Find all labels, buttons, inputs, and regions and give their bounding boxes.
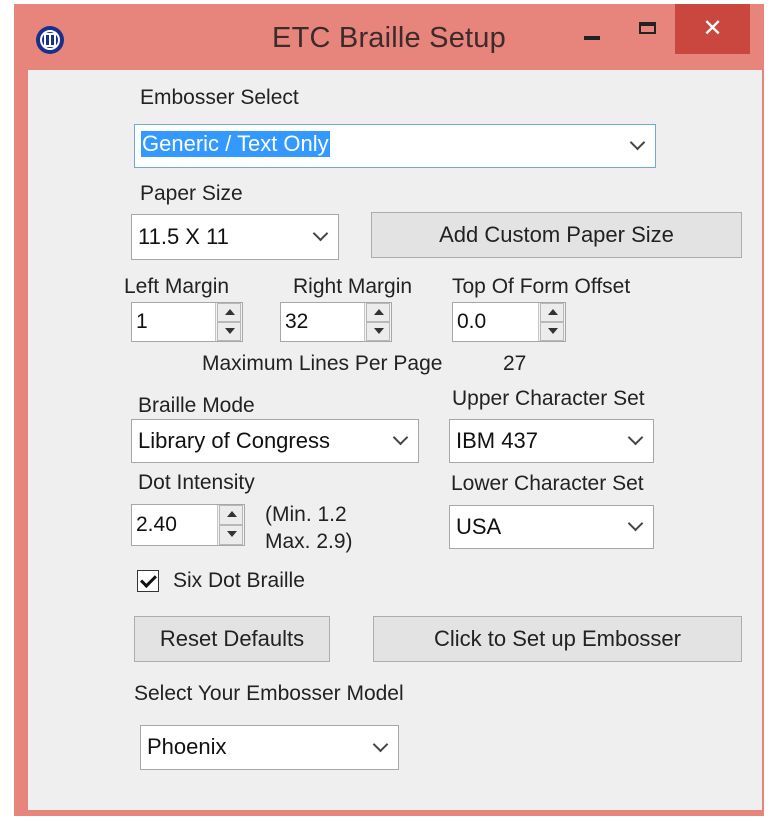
add-custom-paper-size-button[interactable]: Add Custom Paper Size bbox=[371, 212, 742, 258]
chevron-down-icon bbox=[312, 225, 329, 242]
lower-character-set-value: USA bbox=[456, 514, 502, 539]
paper-size-label: Paper Size bbox=[140, 182, 243, 205]
chevron-down-icon bbox=[372, 736, 389, 752]
spinner-down-icon[interactable] bbox=[219, 525, 243, 545]
maximum-lines-value: 27 bbox=[503, 352, 527, 375]
left-margin-spinner[interactable]: 1 bbox=[131, 302, 243, 342]
paper-size-dropdown[interactable]: 11.5 X 11 bbox=[131, 214, 339, 260]
right-margin-label: Right Margin bbox=[293, 275, 413, 298]
dot-intensity-min-note: (Min. 1.2 bbox=[265, 503, 347, 526]
top-of-form-offset-label: Top Of Form Offset bbox=[452, 275, 631, 298]
upper-character-set-dropdown[interactable]: IBM 437 bbox=[449, 419, 654, 463]
upper-character-set-value: IBM 437 bbox=[456, 428, 538, 453]
set-up-embosser-button[interactable]: Click to Set up Embosser bbox=[373, 616, 742, 662]
spinner-down-icon[interactable] bbox=[540, 322, 564, 341]
spinner-down-icon[interactable] bbox=[366, 322, 390, 341]
close-icon[interactable]: ✕ bbox=[675, 4, 750, 54]
six-dot-braille-checkbox[interactable] bbox=[137, 570, 159, 592]
chevron-down-icon bbox=[392, 429, 409, 446]
title-bar[interactable]: ETC Braille Setup ✕ bbox=[14, 4, 764, 74]
spinner-up-icon[interactable] bbox=[366, 303, 390, 322]
reset-defaults-button[interactable]: Reset Defaults bbox=[134, 616, 330, 662]
spinner-up-icon[interactable] bbox=[219, 505, 243, 525]
maximum-lines-label: Maximum Lines Per Page bbox=[202, 352, 443, 375]
dot-intensity-value: 2.40 bbox=[136, 513, 177, 536]
upper-character-set-label: Upper Character Set bbox=[452, 387, 645, 410]
braille-mode-value: Library of Congress bbox=[138, 428, 330, 453]
chevron-down-icon bbox=[627, 429, 644, 446]
top-of-form-offset-value: 0.0 bbox=[457, 310, 487, 333]
spinner-down-icon[interactable] bbox=[217, 322, 241, 341]
left-margin-label: Left Margin bbox=[124, 275, 230, 298]
braille-mode-label: Braille Mode bbox=[138, 394, 255, 417]
chevron-down-icon bbox=[629, 134, 646, 151]
embosser-select-dropdown[interactable]: Generic / Text Only bbox=[134, 124, 656, 168]
left-margin-value: 1 bbox=[136, 310, 148, 333]
paper-size-value: 11.5 X 11 bbox=[138, 224, 229, 249]
maximize-icon[interactable] bbox=[624, 12, 674, 52]
embosser-model-dropdown[interactable]: Phoenix bbox=[140, 725, 399, 770]
minimize-icon[interactable] bbox=[569, 12, 617, 52]
braille-mode-dropdown[interactable]: Library of Congress bbox=[131, 419, 419, 463]
right-margin-value: 32 bbox=[285, 310, 309, 333]
embosser-select-value: Generic / Text Only bbox=[141, 131, 330, 157]
dot-intensity-label: Dot Intensity bbox=[138, 471, 255, 494]
dot-intensity-spinner[interactable]: 2.40 bbox=[131, 504, 245, 546]
lower-character-set-label: Lower Character Set bbox=[451, 472, 644, 495]
chevron-down-icon bbox=[627, 515, 644, 532]
top-of-form-offset-spinner[interactable]: 0.0 bbox=[452, 302, 566, 342]
six-dot-braille-label[interactable]: Six Dot Braille bbox=[173, 569, 305, 593]
embosser-model-label: Select Your Embosser Model bbox=[134, 682, 404, 705]
embosser-select-label: Embosser Select bbox=[140, 86, 299, 109]
right-margin-spinner[interactable]: 32 bbox=[280, 302, 392, 342]
dot-intensity-max-note: Max. 2.9) bbox=[265, 530, 353, 553]
spinner-up-icon[interactable] bbox=[540, 303, 564, 322]
spinner-up-icon[interactable] bbox=[217, 303, 241, 322]
embosser-model-value: Phoenix bbox=[147, 734, 227, 759]
lower-character-set-dropdown[interactable]: USA bbox=[449, 505, 654, 549]
